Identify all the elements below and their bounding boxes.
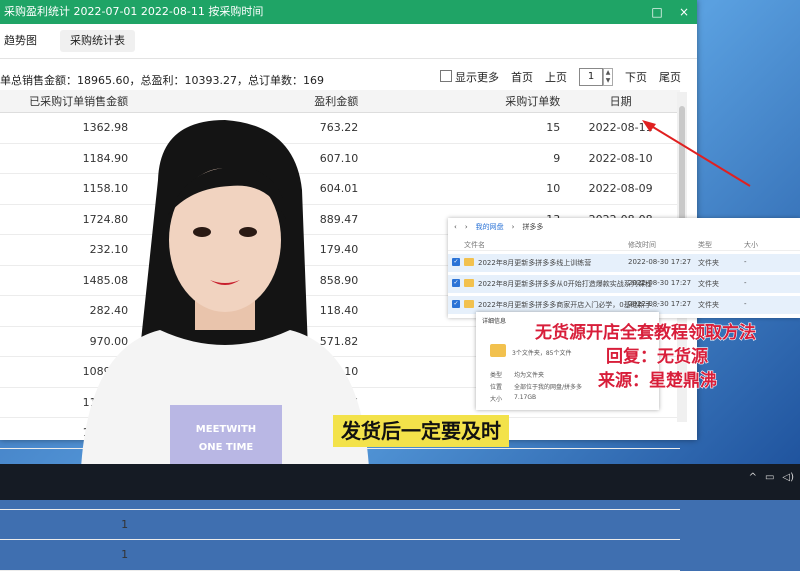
taskbar: ^ ▭ ◁) [0, 464, 800, 500]
table-header-row: 已采购订单销售金额 盈利金额 采购订单数 日期 [0, 90, 680, 113]
shirt-text-line2: ONE TIME [199, 442, 254, 453]
details-type-value: 均为文件夹 [514, 372, 545, 379]
check-icon[interactable]: ✓ [452, 279, 460, 287]
file-time: 2022-08-30 17:27 [628, 258, 692, 266]
last-page-button[interactable]: 尾页 [659, 69, 681, 85]
cell-order-count [359, 509, 562, 540]
overlay-promo-line1: 无货源开店全套教程领取方法 [534, 322, 756, 343]
pager: 显示更多 首页 上页 1 ▲ ▼ 下页 尾页 [440, 68, 681, 86]
breadcrumb-current: 拼多多 [522, 223, 544, 231]
cell-profit [128, 539, 360, 571]
window-title: 采购盈利统计 2022-07-01 2022-08-11 按采购时间 [4, 5, 264, 18]
cell-date [561, 509, 680, 540]
file-type: 文件夹 [698, 259, 719, 267]
volume-icon[interactable]: ◁) [782, 472, 794, 483]
breadcrumb: ‹ › 我的网盘 › 拼多多 [454, 222, 543, 232]
show-more-label: 显示更多 [455, 71, 499, 84]
cell-order-count [359, 539, 562, 571]
details-location-label: 位置 [490, 384, 503, 391]
file-type: 文件夹 [698, 301, 719, 309]
cell-sales-amount: 1 [0, 509, 129, 540]
window-titlebar: 采购盈利统计 2022-07-01 2022-08-11 按采购时间 □ × [0, 0, 697, 24]
file-size: - [744, 300, 747, 308]
file-size: - [744, 258, 747, 266]
tab-purchase-table[interactable]: 采购统计表 [60, 30, 135, 52]
folder-icon [464, 258, 474, 266]
maximize-button[interactable]: □ [645, 0, 669, 24]
file-col-time[interactable]: 修改时间 [628, 240, 656, 250]
file-type: 文件夹 [698, 280, 719, 288]
show-more-checkbox[interactable] [440, 70, 452, 82]
check-icon[interactable]: ✓ [452, 258, 460, 266]
file-col-name[interactable]: 文件名 [464, 240, 485, 250]
breadcrumb-root[interactable]: 我的网盘 [476, 222, 504, 232]
shirt-text-line1: MEETWITH [196, 424, 256, 435]
cell-date [561, 539, 680, 571]
table-row[interactable]: 1 [0, 539, 680, 571]
next-page-button[interactable]: 下页 [625, 69, 647, 85]
col-sales-amount[interactable]: 已采购订单销售金额 [0, 90, 129, 113]
file-list-item[interactable]: ✓ 2022年8月更新多拼多多线上训练营 2022-08-30 17:27 文件夹 - [448, 254, 800, 272]
file-size: - [744, 279, 747, 287]
details-location-value: 全部位于我的网盘/拼多多 [514, 384, 583, 391]
details-type-label: 类型 [490, 372, 503, 379]
details-size-label: 大小 [490, 396, 503, 403]
col-date[interactable]: 日期 [561, 90, 680, 113]
overlay-promo-line3: 来源：星楚鼎沸 [597, 370, 717, 391]
check-icon[interactable]: ✓ [452, 300, 460, 308]
file-explorer-panel: ‹ › 我的网盘 › 拼多多 文件名 修改时间 类型 大小 ✓ 2022年8月更新… [448, 218, 800, 318]
details-size-value: 7.17GB [514, 394, 537, 401]
overlay-promo-line2: 回复：无货源 [605, 346, 708, 367]
close-button[interactable]: × [672, 0, 696, 24]
system-tray: ^ ▭ ◁) [749, 472, 794, 483]
tab-trend-chart[interactable]: 趋势图 [0, 30, 47, 52]
file-time: 2022-08-30 17:27 [628, 279, 692, 287]
page-spinner[interactable]: ▲ ▼ [603, 68, 613, 86]
chevron-right-icon: › [511, 223, 515, 231]
page-number-input[interactable]: 1 [579, 68, 603, 86]
forward-icon[interactable]: › [465, 223, 468, 231]
network-icon[interactable]: ▭ [765, 472, 774, 483]
cell-profit [128, 509, 360, 540]
cell-sales-amount: 1 [0, 539, 129, 571]
first-page-button[interactable]: 首页 [511, 69, 533, 85]
details-title: 详细信息 [482, 318, 507, 325]
subtitle-caption: 发货后一定要及时 [333, 415, 509, 447]
file-name: 2022年8月更新多拼多多线上训练营 [478, 259, 592, 267]
tab-bar: 趋势图 采购统计表 [0, 24, 697, 59]
col-order-count[interactable]: 采购订单数 [359, 90, 562, 113]
file-list-header: 文件名 修改时间 类型 大小 [448, 238, 800, 251]
details-summary: 3个文件夹，85个文件 [512, 350, 572, 357]
file-time: 2022-08-30 17:27 [628, 300, 692, 308]
stats-summary: 单总销售金额：18965.60，总盈利：10393.27，总订单数：169 [0, 74, 324, 87]
folder-icon [490, 344, 506, 357]
show-more-toggle[interactable]: 显示更多 [440, 69, 499, 85]
chevron-up-icon[interactable]: ^ [749, 472, 757, 483]
file-col-size[interactable]: 大小 [744, 240, 758, 250]
folder-icon [464, 300, 474, 308]
prev-page-button[interactable]: 上页 [545, 69, 567, 85]
file-col-type[interactable]: 类型 [698, 240, 712, 250]
file-name: 2022年8月更新多拼多多从0开始打造爆款实战系列课程 [478, 280, 652, 288]
red-arrow-annotation [642, 120, 751, 187]
col-profit[interactable]: 盈利金额 [128, 90, 360, 113]
cell-date [561, 417, 680, 449]
folder-icon [464, 279, 474, 287]
back-icon[interactable]: ‹ [454, 223, 457, 231]
file-list-item[interactable]: ✓ 2022年8月更新多拼多多从0开始打造爆款实战系列课程 2022-08-30 1… [448, 275, 800, 293]
table-row[interactable]: 1 [0, 509, 680, 540]
